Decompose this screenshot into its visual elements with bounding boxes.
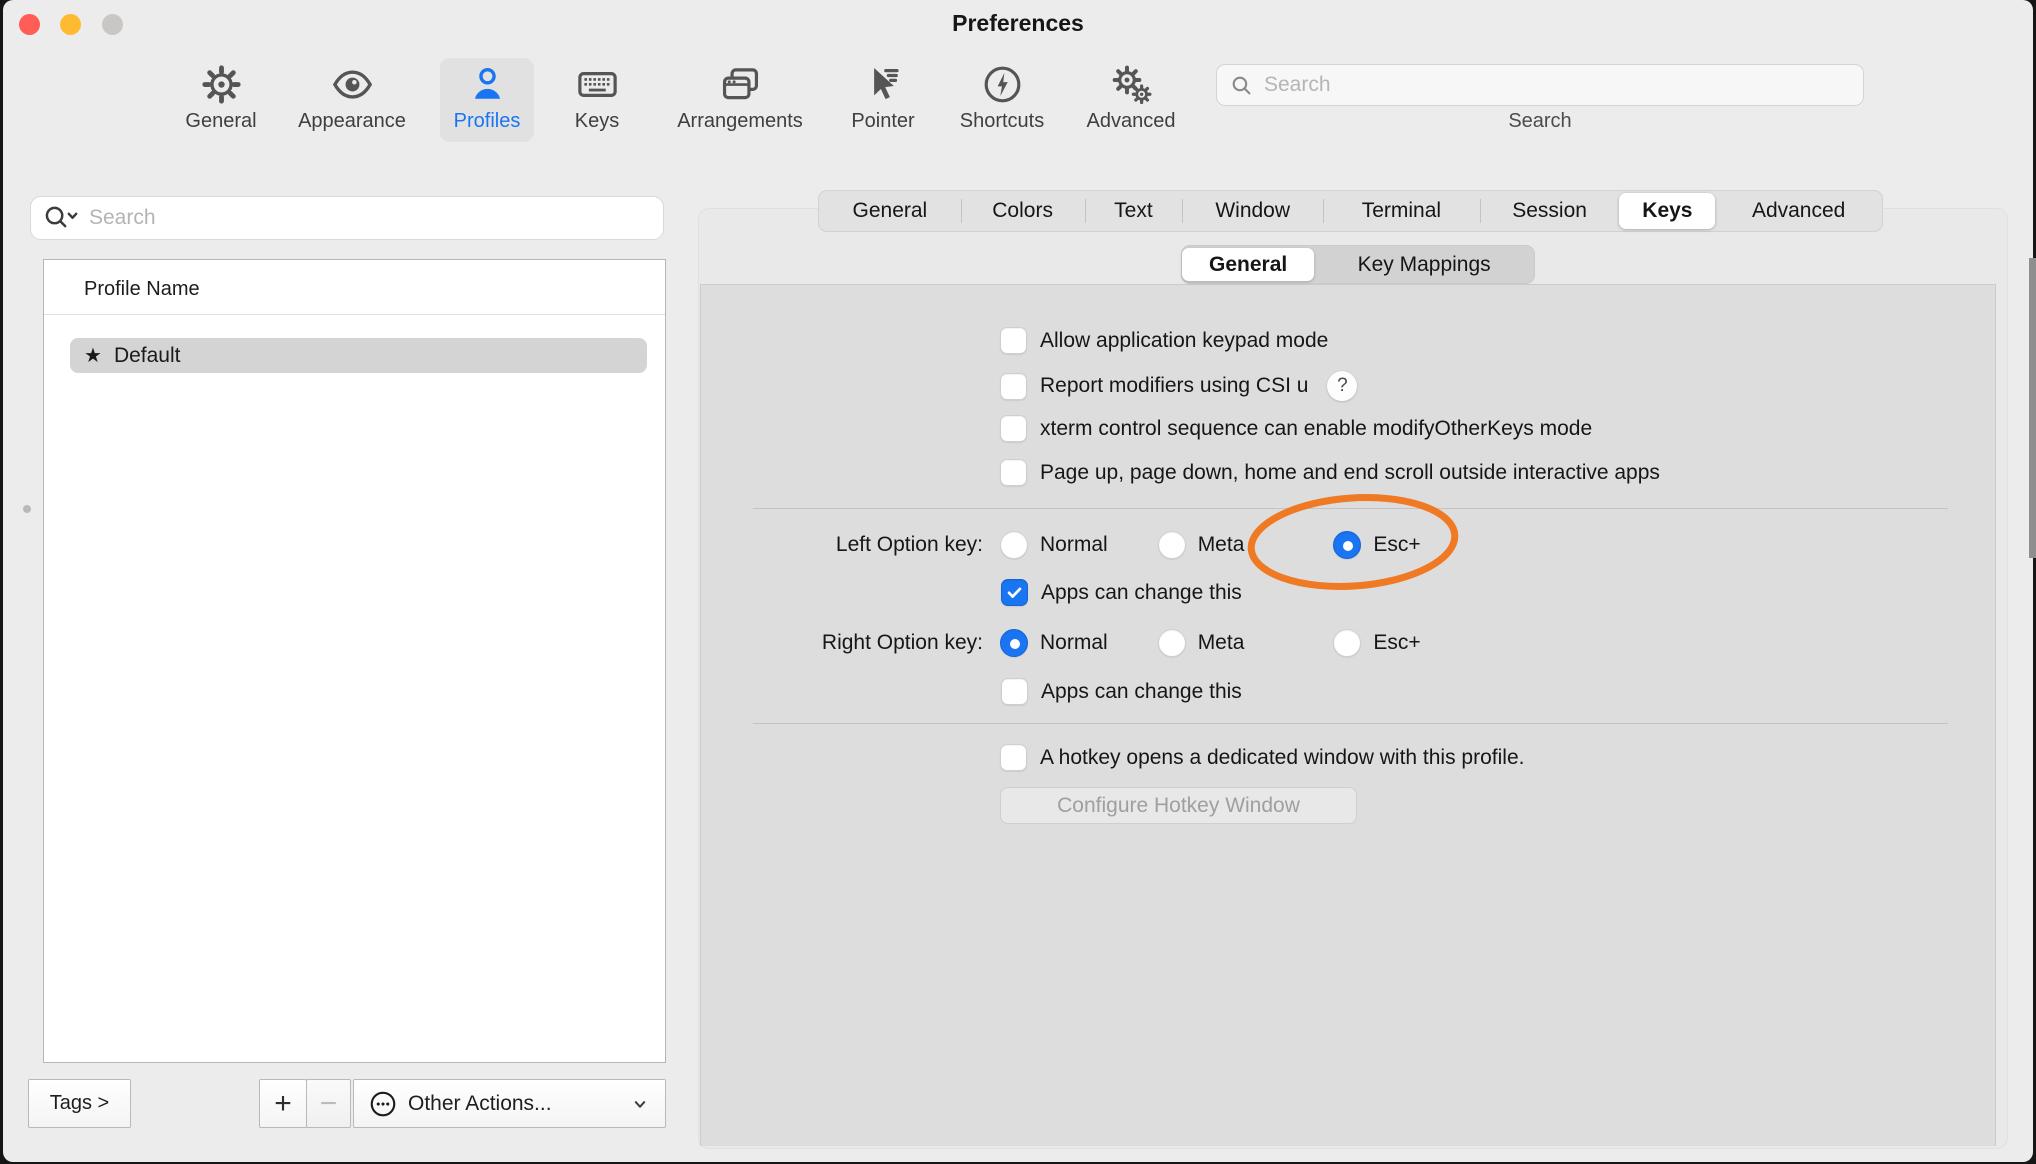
configure-hotkey-window-label: Configure Hotkey Window [1057, 794, 1300, 818]
toolbar-label: Profiles [454, 110, 521, 133]
profile-tabs: General Colors Text Window Terminal Sess… [818, 190, 1883, 232]
checkbox-hotkey-window[interactable] [1000, 744, 1027, 771]
checkbox-label: Apps can change this [1041, 581, 1242, 605]
radio-left-meta[interactable] [1158, 531, 1186, 559]
toolbar-label: Advanced [1087, 110, 1176, 133]
window-title: Preferences [3, 10, 2033, 37]
minus-icon: − [320, 1087, 338, 1121]
toolbar-item-advanced[interactable]: Advanced [1046, 62, 1216, 138]
tags-button-label: Tags > [50, 1092, 109, 1115]
keys-subtabs: General Key Mappings [1181, 245, 1535, 284]
toolbar-search-input[interactable] [1264, 73, 1851, 97]
eye-icon [330, 62, 375, 107]
tags-button[interactable]: Tags > [28, 1079, 131, 1128]
remove-profile-button[interactable]: − [306, 1079, 351, 1128]
tab-keys[interactable]: Keys [1619, 193, 1715, 229]
tab-window[interactable]: Window [1182, 191, 1323, 231]
checkbox-label: xterm control sequence can enable modify… [1040, 417, 1592, 441]
circle-ellipsis-icon [368, 1089, 398, 1119]
radio-right-esc[interactable] [1333, 629, 1361, 657]
pane-resize-dot [23, 505, 31, 513]
row-right-apps-can-change: Apps can change this [1001, 678, 1242, 705]
row-keypad-mode: Allow application keypad mode [1000, 327, 1328, 354]
windows-icon [718, 62, 763, 107]
help-button[interactable]: ? [1327, 371, 1357, 401]
chevron-down-icon [629, 1093, 651, 1115]
row-scroll-outside: Page up, page down, home and end scroll … [1000, 459, 1660, 486]
tab-session[interactable]: Session [1480, 191, 1620, 231]
tab-colors[interactable]: Colors [961, 191, 1085, 231]
radio-left-esc[interactable] [1333, 531, 1361, 559]
other-actions-dropdown[interactable]: Other Actions... [353, 1079, 666, 1128]
row-csi-u: Report modifiers using CSI u ? [1000, 371, 1357, 401]
profile-list: Profile Name ★ Default [43, 259, 666, 1063]
row-modify-other-keys: xterm control sequence can enable modify… [1000, 415, 1592, 442]
checkbox-keypad-mode[interactable] [1000, 327, 1027, 354]
toolbar-label: General [185, 110, 256, 133]
radio-label: Meta [1198, 533, 1245, 557]
keyboard-icon [575, 62, 620, 107]
profile-row-default[interactable]: ★ Default [70, 338, 647, 373]
row-hotkey-window: A hotkey opens a dedicated window with t… [1000, 744, 1524, 771]
person-icon [465, 62, 510, 107]
checkbox-scroll-outside[interactable] [1000, 459, 1027, 486]
profile-search-field[interactable] [30, 196, 664, 240]
add-profile-button[interactable]: + [259, 1079, 307, 1128]
divider [753, 723, 1948, 724]
checkbox-label: Allow application keypad mode [1040, 329, 1328, 353]
checkbox-label: A hotkey opens a dedicated window with t… [1040, 746, 1524, 770]
radio-label: Meta [1198, 631, 1245, 655]
toolbar-search-field[interactable] [1216, 64, 1864, 106]
checkbox-modify-other-keys[interactable] [1000, 415, 1027, 442]
radio-label: Normal [1040, 533, 1108, 557]
preferences-window: Preferences General Appearance Profiles [3, 0, 2033, 1162]
left-option-radio-group: Normal Meta Esc+ [1000, 531, 1421, 559]
search-menu-icon [41, 203, 83, 233]
right-option-radio-group: Normal Meta Esc+ [1000, 629, 1421, 657]
configure-hotkey-window-button[interactable]: Configure Hotkey Window [1000, 787, 1357, 824]
row-left-apps-can-change: Apps can change this [1001, 579, 1242, 606]
radio-label: Normal [1040, 631, 1108, 655]
plus-icon: + [274, 1087, 292, 1121]
radio-label: Esc+ [1373, 533, 1420, 557]
radio-label: Esc+ [1373, 631, 1420, 655]
right-option-key-label: Right Option key: [698, 631, 983, 655]
divider [753, 508, 1948, 509]
search-icon [1229, 73, 1254, 98]
checkbox-label: Apps can change this [1041, 680, 1242, 704]
toolbar-label: Arrangements [677, 110, 803, 133]
radio-right-meta[interactable] [1158, 629, 1186, 657]
checkbox-right-apps-can-change[interactable] [1001, 678, 1028, 705]
gears-icon [1109, 62, 1154, 107]
tab-advanced[interactable]: Advanced [1715, 191, 1882, 231]
tab-general[interactable]: General [819, 191, 961, 231]
star-icon: ★ [84, 343, 102, 368]
background-window-sliver [2029, 258, 2036, 558]
left-option-key-label: Left Option key: [698, 533, 983, 557]
gear-icon [199, 62, 244, 107]
profile-search-input[interactable] [89, 206, 653, 230]
profile-list-header: Profile Name [84, 278, 200, 301]
checkbox-label: Report modifiers using CSI u [1040, 374, 1308, 398]
subtab-key-mappings[interactable]: Key Mappings [1314, 246, 1534, 283]
bolt-circle-icon [980, 62, 1025, 107]
toolbar-label: Pointer [851, 110, 914, 133]
other-actions-label: Other Actions... [408, 1092, 552, 1116]
checkbox-left-apps-can-change[interactable] [1001, 579, 1028, 606]
checkbox-csi-u[interactable] [1000, 373, 1027, 400]
keys-general-content [700, 284, 1996, 1146]
divider [44, 314, 665, 315]
subtab-general[interactable]: General [1182, 248, 1314, 281]
radio-left-normal[interactable] [1000, 531, 1028, 559]
profile-name: Default [114, 344, 181, 368]
toolbar-label: Keys [575, 110, 619, 133]
tab-text[interactable]: Text [1085, 191, 1183, 231]
checkbox-label: Page up, page down, home and end scroll … [1040, 461, 1660, 485]
toolbar-label: Appearance [298, 110, 406, 133]
toolbar-label: Shortcuts [960, 110, 1044, 133]
cursor-icon [861, 62, 906, 107]
radio-right-normal[interactable] [1000, 629, 1028, 657]
tab-terminal[interactable]: Terminal [1323, 191, 1480, 231]
toolbar-search-caption: Search [1390, 110, 1690, 133]
